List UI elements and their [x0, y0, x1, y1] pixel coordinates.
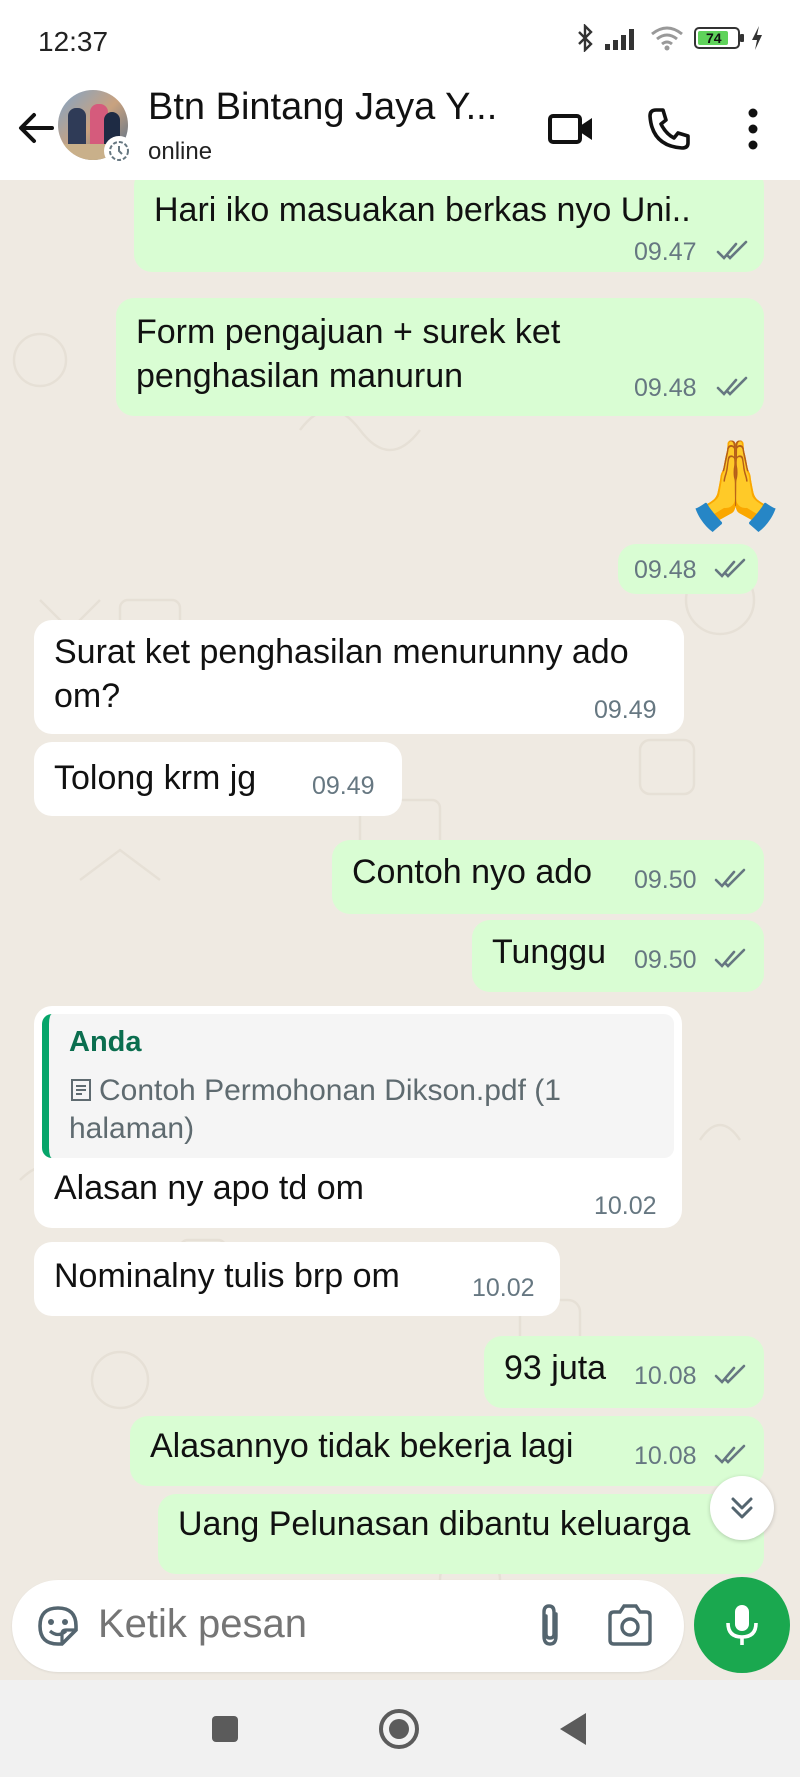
message-text: Surat ket penghasilan menurunny ado om? — [54, 633, 629, 715]
message-text: 93 juta — [504, 1349, 607, 1387]
chevron-double-down-icon — [731, 1497, 753, 1519]
message-bubble-incoming[interactable]: Anda Contoh Permohonan Dikson.pdf (1 hal… — [34, 1006, 682, 1228]
wifi-icon — [651, 26, 683, 51]
charging-icon — [752, 26, 762, 50]
emoji-message[interactable]: 🙏 — [682, 442, 789, 528]
status-time: 12:37 — [38, 26, 109, 57]
read-ticks-icon — [714, 1444, 746, 1464]
battery-level: 74 — [706, 30, 722, 46]
mic-icon — [726, 1605, 758, 1645]
message-bubble-outgoing[interactable]: Tunggu 09.50 — [472, 920, 764, 992]
voice-call-icon[interactable] — [644, 104, 694, 154]
message-text: Tolong krm jg — [54, 759, 257, 797]
contact-status: online — [148, 138, 213, 165]
signal-icon — [605, 29, 634, 50]
message-time: 09.48 — [634, 556, 697, 584]
video-call-icon[interactable] — [546, 104, 596, 154]
bluetooth-icon — [578, 24, 593, 52]
message-bubble-outgoing[interactable]: Contoh nyo ado 09.50 — [332, 840, 764, 914]
nav-recents-button[interactable] — [200, 1704, 250, 1754]
message-bubble-incoming[interactable]: Tolong krm jg 09.49 — [34, 742, 402, 816]
read-ticks-icon — [714, 948, 746, 968]
read-ticks-icon — [714, 868, 746, 888]
chat-header: Btn Bintang Jaya Y... online — [0, 80, 800, 180]
message-time: 09.50 — [634, 946, 697, 974]
message-text: Nominalny tulis brp om — [54, 1257, 400, 1295]
voice-record-button[interactable] — [694, 1577, 790, 1673]
quoted-text: Contoh Permohonan Dikson.pdf (1 halaman) — [69, 1074, 561, 1145]
message-bubble-incoming[interactable]: Surat ket penghasilan menurunny ado om? … — [34, 620, 684, 734]
read-ticks-icon — [714, 1364, 746, 1384]
quoted-message[interactable]: Anda Contoh Permohonan Dikson.pdf (1 hal… — [42, 1014, 674, 1158]
message-text: Contoh nyo ado — [352, 853, 593, 891]
message-bubble-outgoing[interactable]: 93 juta 10.08 — [484, 1336, 764, 1408]
message-time: 09.49 — [312, 772, 375, 800]
message-time: 09.49 — [594, 696, 657, 724]
attach-icon[interactable] — [524, 1600, 576, 1652]
scroll-to-bottom-button[interactable] — [710, 1476, 774, 1540]
read-ticks-icon — [714, 558, 746, 578]
message-time: 09.47 — [634, 238, 697, 266]
square-icon — [212, 1716, 238, 1742]
status-ring-icon — [104, 136, 134, 166]
read-ticks-icon — [716, 376, 748, 396]
message-composer[interactable] — [12, 1580, 684, 1672]
contact-name[interactable]: Btn Bintang Jaya Y... — [148, 86, 497, 129]
status-icons: 74 — [576, 24, 764, 52]
quoted-author: Anda — [69, 1026, 142, 1058]
message-time: 10.02 — [594, 1192, 657, 1220]
message-bubble-outgoing[interactable]: Uang Pelunasan dibantu keluarga — [158, 1494, 764, 1574]
triangle-back-icon — [560, 1713, 586, 1745]
nav-back-button[interactable] — [548, 1704, 598, 1754]
message-text: Hari iko masuakan berkas nyo Uni.. — [154, 191, 691, 229]
battery-icon: 74 — [694, 27, 744, 49]
message-time: 10.08 — [634, 1442, 697, 1470]
message-time: 09.48 — [634, 374, 697, 402]
sticker-icon[interactable] — [32, 1600, 84, 1652]
nav-home-button[interactable] — [374, 1704, 424, 1754]
message-text: Tunggu — [492, 933, 607, 971]
back-arrow-icon[interactable] — [12, 104, 60, 152]
message-bubble-incoming[interactable]: Nominalny tulis brp om 10.02 — [34, 1242, 560, 1316]
system-nav-bar — [0, 1680, 800, 1777]
message-text: Alasan ny apo td om — [54, 1169, 364, 1207]
message-text: Alasannyo tidak bekerja lagi — [150, 1427, 574, 1465]
status-bar: 12:37 74 — [0, 0, 800, 80]
message-time: 09.50 — [634, 866, 697, 894]
home-circle-icon — [379, 1709, 419, 1749]
message-bubble-outgoing[interactable]: Form pengajuan + surek ket penghasilan m… — [116, 298, 764, 416]
chat-area[interactable]: Hari iko masuakan berkas nyo Uni.. 09.47… — [0, 180, 800, 1680]
message-text: Uang Pelunasan dibantu keluarga — [178, 1505, 691, 1543]
quoted-document: Contoh Permohonan Dikson.pdf (1 halaman) — [69, 1072, 629, 1148]
message-time: 10.02 — [472, 1274, 535, 1302]
document-icon — [71, 1079, 91, 1101]
message-bubble-outgoing[interactable]: 09.48 — [618, 544, 758, 594]
read-ticks-icon — [716, 240, 748, 260]
message-time: 10.08 — [634, 1362, 697, 1390]
camera-icon[interactable] — [604, 1600, 656, 1652]
message-bubble-outgoing[interactable]: Hari iko masuakan berkas nyo Uni.. 09.47 — [134, 180, 764, 272]
message-bubble-outgoing[interactable]: Alasannyo tidak bekerja lagi 10.08 — [130, 1416, 764, 1486]
more-vert-icon[interactable] — [728, 104, 778, 154]
message-input[interactable] — [98, 1602, 498, 1647]
message-text: Form pengajuan + surek ket penghasilan m… — [136, 313, 561, 395]
